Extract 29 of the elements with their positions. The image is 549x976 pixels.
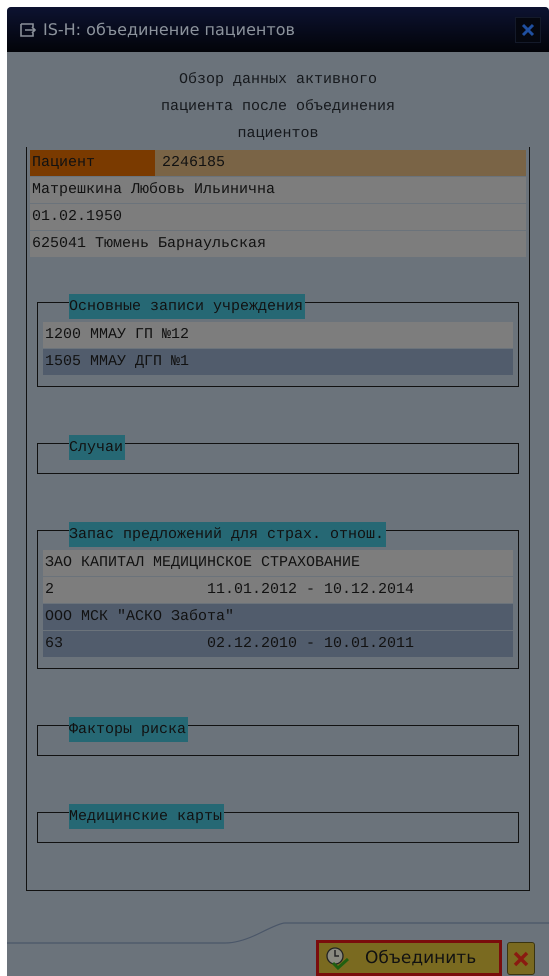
close-icon [513, 950, 529, 966]
patient-number: 2246185 [161, 153, 226, 173]
group-title: Медицинские карты [69, 804, 224, 829]
close-button[interactable] [515, 16, 541, 42]
patient-info-row: 625041 Тюмень Барнаульская [30, 231, 526, 257]
insurer-row[interactable]: ЗАО КАПИТАЛ МЕДИЦИНСКОЕ СТРАХОВАНИЕ [43, 550, 513, 576]
group-title: Случаи [69, 435, 126, 460]
patient-info-row: 01.02.1950 [30, 204, 526, 230]
institution-row[interactable]: 1505 ММАУ ДГП №1 [43, 349, 513, 375]
institution-row[interactable]: 1200 ММАУ ГП №12 [43, 322, 513, 348]
group-title: Запас предложений для страх. отнош. [69, 522, 386, 547]
insurance-period: 02.12.2010 - 10.01.2011 [207, 634, 414, 654]
patient-label: Пациент [30, 150, 155, 176]
insurance-period: 11.01.2012 - 10.12.2014 [207, 580, 414, 600]
section-heading: Обзор данных активного пациента после объединения пациентов [160, 70, 396, 144]
insurance-number: 63 [45, 634, 64, 654]
insurance-period-row[interactable]: 63 02.12.2010 - 10.01.2011 [43, 631, 513, 657]
window-title: IS-H: объединение пациентов [43, 20, 296, 39]
group-title: Основные записи учреждения [69, 294, 306, 319]
clock-check-icon [325, 946, 351, 970]
insurance-number: 2 [45, 580, 56, 600]
insurer-row[interactable]: ООО МСК "АСКО Забота" [43, 604, 513, 630]
merge-button[interactable]: Объединить [316, 940, 502, 976]
insurance-period-row[interactable]: 2 11.01.2012 - 10.12.2014 [43, 577, 513, 603]
patient-info-row: Матрешкина Любовь Ильинична [30, 177, 526, 203]
cancel-button[interactable] [507, 942, 535, 975]
group-title: Факторы риска [69, 717, 188, 742]
window-icon [19, 22, 39, 38]
close-icon [521, 22, 535, 36]
